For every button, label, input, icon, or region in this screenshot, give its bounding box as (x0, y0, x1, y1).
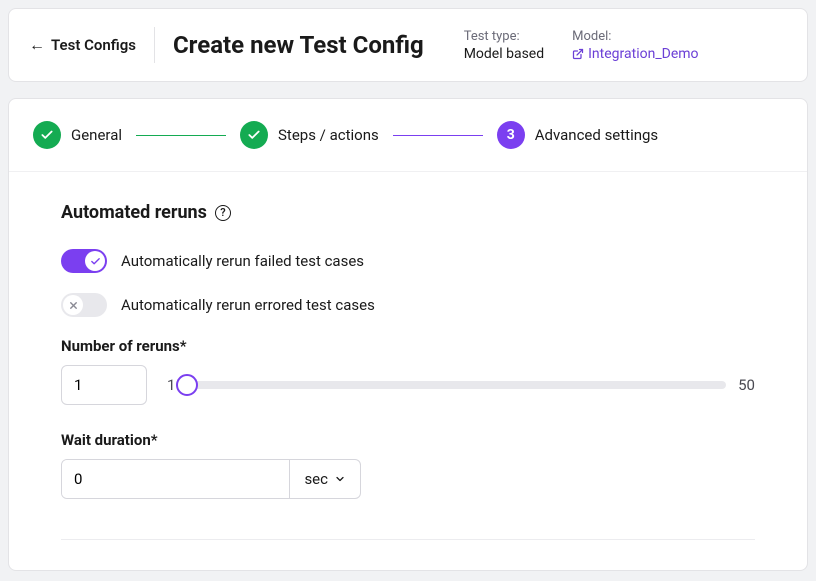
step-connector (393, 135, 483, 136)
step-steps-actions-label: Steps / actions (278, 126, 379, 144)
toggle-rerun-failed[interactable] (61, 249, 107, 273)
section-title: Automated reruns ? (61, 202, 231, 223)
model-label: Model: (572, 29, 698, 44)
slider-thumb[interactable] (176, 374, 198, 396)
model-link[interactable]: Integration_Demo (572, 46, 698, 62)
wait-duration-input[interactable] (62, 460, 289, 498)
reruns-input[interactable] (61, 365, 147, 405)
section-title-text: Automated reruns (61, 202, 207, 223)
arrow-left-icon: ← (29, 37, 45, 53)
page-title: Create new Test Config (173, 31, 424, 59)
help-icon[interactable]: ? (215, 205, 231, 221)
toggle-rerun-errored[interactable] (61, 293, 107, 317)
step-steps-actions[interactable]: Steps / actions (240, 121, 379, 149)
model-value: Integration_Demo (588, 46, 698, 62)
step-general[interactable]: General (33, 121, 122, 149)
test-type-label: Test type: (464, 29, 544, 44)
wait-duration-label: Wait duration* (61, 431, 755, 449)
header-separator (154, 27, 155, 63)
step-general-label: General (71, 126, 122, 144)
step-number-icon: 3 (497, 121, 525, 149)
wait-unit-select[interactable]: sec (289, 460, 360, 498)
step-advanced-settings-label: Advanced settings (535, 126, 658, 144)
x-icon (68, 300, 79, 311)
slider-min-label: 1 (167, 376, 175, 394)
toggle-rerun-failed-label: Automatically rerun failed test cases (121, 252, 364, 270)
chevron-down-icon (334, 473, 346, 485)
back-link[interactable]: ← Test Configs (29, 36, 136, 54)
back-link-label: Test Configs (51, 36, 136, 54)
step-advanced-settings[interactable]: 3 Advanced settings (497, 121, 658, 149)
check-icon (240, 121, 268, 149)
divider (61, 539, 755, 540)
check-icon (33, 121, 61, 149)
step-connector (136, 135, 226, 136)
check-icon (90, 256, 101, 267)
slider-max-label: 50 (738, 376, 755, 394)
reruns-slider[interactable] (187, 381, 726, 389)
stepper: General Steps / actions 3 Advanced setti… (9, 99, 807, 172)
toggle-rerun-errored-label: Automatically rerun errored test cases (121, 296, 375, 314)
external-link-icon (572, 48, 584, 60)
wait-unit-value: sec (304, 470, 328, 488)
test-type-value: Model based (464, 46, 544, 62)
reruns-label: Number of reruns* (61, 337, 755, 355)
